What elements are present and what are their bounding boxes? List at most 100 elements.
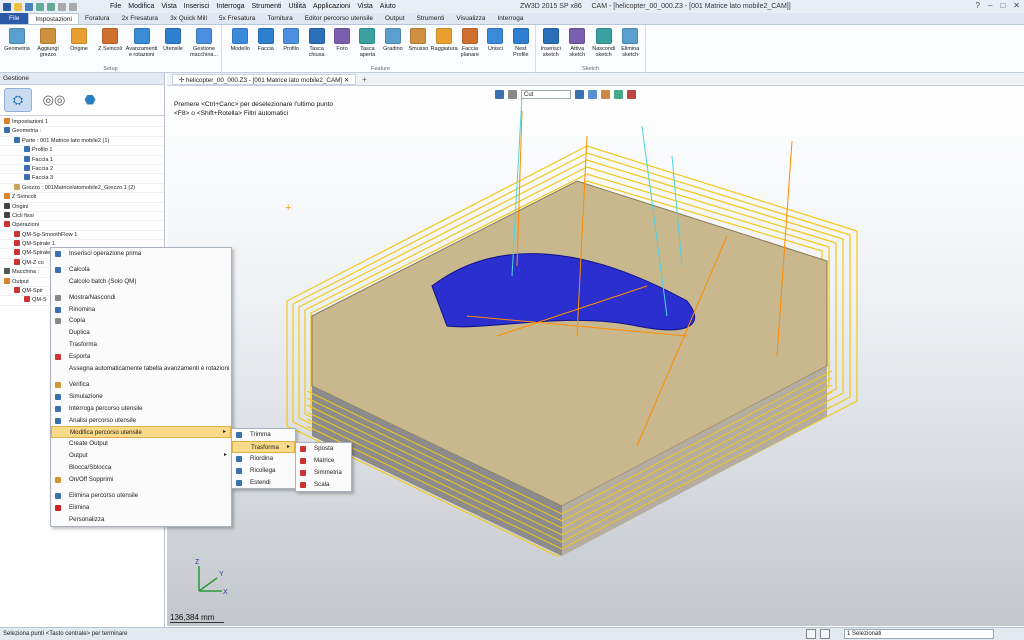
layer-icon[interactable]: [627, 89, 636, 99]
ribbon-tab[interactable]: 5x Fresatura: [213, 13, 262, 24]
ribbon-button-inserisci-sketch[interactable]: Inserisci sketch: [538, 27, 564, 58]
ribbon-tab[interactable]: Foratura: [79, 13, 116, 24]
ribbon-button-aggiungi-grezzo[interactable]: Aggiungi grezzo: [33, 27, 63, 58]
menu-item[interactable]: Simmetria: [296, 467, 351, 479]
ribbon-button-profilo[interactable]: Profilo: [279, 27, 303, 58]
ribbon-tab[interactable]: Editor percorso utensile: [299, 13, 379, 24]
close-icon[interactable]: ✕: [1013, 1, 1020, 10]
menu-item[interactable]: Duplica: [51, 327, 231, 339]
ribbon-button-nest-profile[interactable]: Nest Profile: [509, 27, 533, 58]
tree-item[interactable]: Operazioni: [0, 221, 164, 231]
ribbon-tab[interactable]: Impostazioni: [28, 13, 79, 24]
menu-item[interactable]: Trasforma ▸: [232, 440, 295, 453]
menu-item[interactable]: Assegna automaticamente tabella avanzame…: [51, 363, 231, 375]
menu-item[interactable]: Sposta: [296, 443, 351, 455]
tree-item[interactable]: Faccia 2: [0, 164, 164, 175]
menu-item[interactable]: Elimina percorso utensile: [51, 490, 231, 502]
menu-item[interactable]: Elimina: [51, 502, 231, 514]
view-manager-tab[interactable]: ◎◎: [40, 88, 68, 112]
menu-item[interactable]: Calcola: [51, 264, 231, 276]
ribbon-tab[interactable]: Strumenti: [411, 13, 451, 24]
menu-item[interactable]: Inserisci operazione prima: [51, 248, 231, 260]
menu-item[interactable]: Matrice: [296, 455, 351, 467]
menu-item[interactable]: Output ▸: [51, 450, 231, 462]
ribbon-button-faccia-planare[interactable]: Faccia planare: [458, 27, 482, 58]
menu-item[interactable]: Verifica: [51, 379, 231, 391]
tree-item[interactable]: Grezzo : 001Matricelatomobile2_Grezzo.1 …: [0, 183, 164, 194]
snap-icon[interactable]: [806, 629, 816, 639]
menu-item[interactable]: Simulazione: [51, 391, 231, 403]
tree-item[interactable]: Profilo 1: [0, 146, 164, 156]
ribbon-button-avanzamenti-e-rotazioni[interactable]: Avanzamenti e rotazioni: [126, 27, 157, 58]
filter-dropdown-icon[interactable]: [508, 89, 517, 99]
ribbon-button-smusso[interactable]: Smusso: [406, 27, 430, 58]
ribbon-button-nascondi-sketch[interactable]: Nascondi sketch: [591, 27, 617, 58]
menu-item[interactable]: Riordina: [232, 453, 295, 465]
ribbon-button-gradino[interactable]: Gradino: [381, 27, 405, 58]
ribbon-button-elimina-sketch[interactable]: Elimina sketch: [618, 27, 644, 58]
menu-item[interactable]: Ricollega: [232, 465, 295, 477]
view-cube-icon[interactable]: [575, 89, 584, 99]
ribbon-button-z-svincoli[interactable]: Z Svincoli: [95, 27, 125, 58]
menu-item[interactable]: Vista: [161, 3, 176, 10]
grid-icon[interactable]: [820, 629, 830, 639]
help-icon[interactable]: ?: [976, 1, 980, 10]
menu-item[interactable]: Utilità: [288, 3, 306, 10]
tools-manager-tab[interactable]: ⬣: [76, 88, 104, 112]
tree-item[interactable]: Impostazioni 1: [0, 118, 164, 128]
ribbon-button-faccia[interactable]: Faccia: [253, 27, 277, 58]
tree-item[interactable]: Parte : 001 Matrice lato mobile2 (1): [0, 136, 164, 147]
ribbon-button-tasca-aperta[interactable]: Tasca aperta: [355, 27, 379, 58]
menu-item[interactable]: Esporta: [51, 351, 231, 363]
menu-item[interactable]: Blocca/Sblocca: [51, 462, 231, 474]
menu-item[interactable]: Create Output: [51, 438, 231, 450]
ribbon-button-gestione-macchina[interactable]: Gestione macchina...: [189, 27, 219, 58]
ribbon-button-geometria[interactable]: Geometria: [2, 27, 32, 58]
tree-item[interactable]: Cicli fissi: [0, 211, 164, 222]
menu-item[interactable]: Calcolo batch (Solo QM): [51, 276, 231, 288]
save-icon[interactable]: [25, 2, 33, 11]
menu-item[interactable]: Mostra/Nascondi: [51, 292, 231, 304]
menu-item[interactable]: Interroga percorso utensile: [51, 403, 231, 415]
ribbon-tab[interactable]: Visualizza: [450, 13, 491, 24]
ribbon-button-utensile[interactable]: Utensile: [158, 27, 188, 58]
section-icon[interactable]: [614, 89, 623, 99]
tree-item[interactable]: Faccia 3: [0, 174, 164, 184]
menu-item[interactable]: Modifica: [128, 3, 154, 10]
menu-item[interactable]: Personalizza: [51, 514, 231, 526]
document-tab[interactable]: ✢ helicopter_00_000.Z3 - [001 Matrice la…: [172, 73, 357, 85]
ribbon-button-modello[interactable]: Modello: [228, 27, 252, 58]
graphics-viewport[interactable]: Z X Y + 136,384 mm: [167, 86, 1024, 626]
settings-icon[interactable]: [58, 2, 66, 11]
ribbon-tab[interactable]: Interroga: [492, 13, 530, 24]
menu-item[interactable]: Modifica percorso utensile ▸: [51, 426, 231, 439]
menu-item[interactable]: Analisi percorso utensile: [51, 415, 231, 427]
ribbon-button-raggiatura[interactable]: Raggiatura: [431, 27, 458, 58]
display-icon[interactable]: [601, 89, 610, 99]
tree-item[interactable]: Z Svincoli: [0, 193, 164, 203]
ribbon-button-foro[interactable]: Foro: [330, 27, 354, 58]
tab-close-icon[interactable]: ✕: [344, 77, 349, 84]
ribbon-tab[interactable]: 3x Quick Mill: [164, 13, 213, 24]
new-tab-button[interactable]: +: [362, 75, 367, 84]
filter-select[interactable]: Cut: [521, 89, 571, 99]
ribbon-tab[interactable]: Output: [379, 13, 411, 24]
menu-item[interactable]: Trimma: [232, 429, 295, 441]
ribbon-button-origine[interactable]: Origine: [64, 27, 94, 58]
dropdown-icon[interactable]: [69, 2, 77, 11]
menu-item[interactable]: Aiuto: [380, 3, 396, 10]
menu-item[interactable]: On/Off Sopprimi: [51, 474, 231, 486]
menu-item[interactable]: Interroga: [216, 3, 244, 10]
ribbon-button-attiva-sketch[interactable]: Attiva sketch: [565, 27, 591, 58]
menu-item[interactable]: Rinomina: [51, 304, 231, 316]
tree-item[interactable]: Origini: [0, 202, 164, 212]
open-icon[interactable]: [14, 2, 22, 11]
render-mode-icon[interactable]: [588, 89, 597, 99]
menu-item[interactable]: Copia: [51, 315, 231, 327]
tree-item[interactable]: Faccia 1: [0, 155, 164, 165]
ribbon-tab[interactable]: Tornitura: [261, 13, 298, 24]
tree-item[interactable]: Geometria :: [0, 127, 164, 137]
menu-item[interactable]: Inserisci: [184, 3, 210, 10]
ribbon-button-unisci[interactable]: Unisci: [483, 27, 507, 58]
menu-item[interactable]: Scala: [296, 479, 351, 491]
